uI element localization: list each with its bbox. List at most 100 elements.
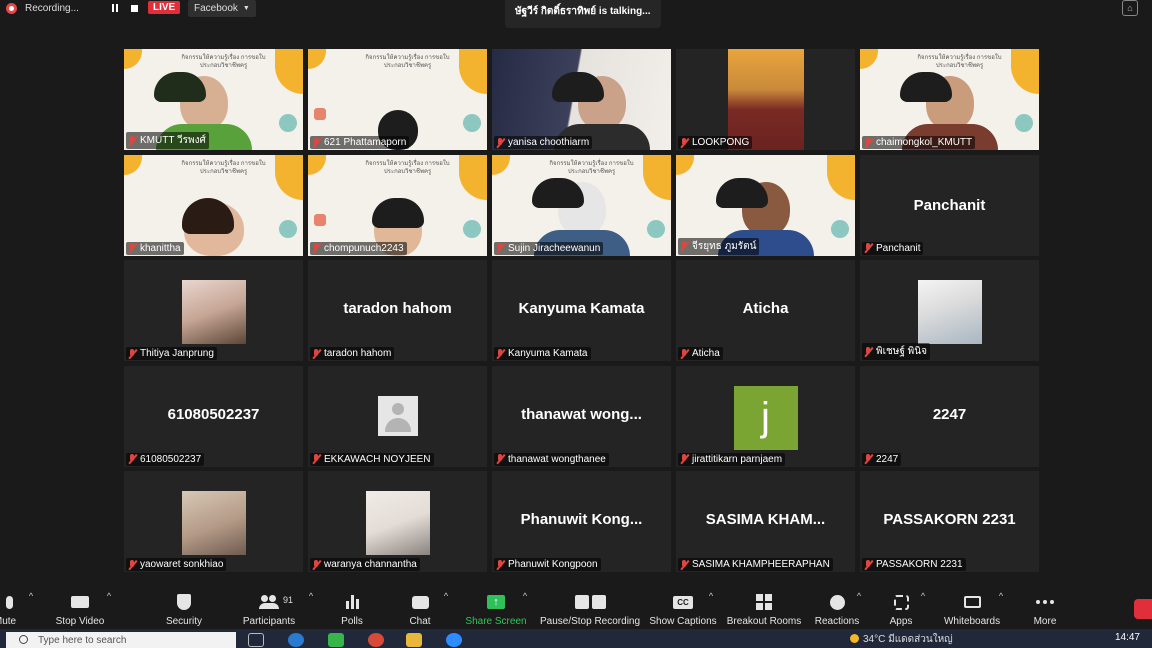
participant-name-label: 2247 [862,452,902,466]
weather-widget[interactable]: 34°C มีแดดส่วนใหญ่ [850,632,953,647]
captions-options-chevron-icon[interactable]: ^ [709,591,713,601]
participant-tile[interactable]: EKKAWACH NOYJEEN [308,365,487,467]
participant-tile[interactable]: Aticha Aticha [676,260,855,361]
closed-captions-icon: CC [673,595,693,609]
mic-muted-icon [864,243,873,253]
polls-icon [345,595,359,609]
taskbar-search-input[interactable]: Type here to search [6,632,236,648]
more-label: More [1033,616,1057,627]
shield-icon [177,594,191,610]
participant-tile[interactable]: yaowaret sonkhiao [124,471,303,572]
pause-stop-recording-button[interactable]: Pause/Stop Recording [540,583,640,629]
apps-button[interactable]: Apps [886,583,916,629]
end-meeting-button[interactable] [1134,599,1152,619]
stop-icon [131,4,139,12]
participant-name-label: Phanuwit Kongpoon [494,558,601,571]
participant-tile[interactable]: Thitiya Janprung [124,260,303,361]
banner-text: กิจกรรมให้ความรู้เรื่อง การขอใบประกอบวิช… [181,160,266,175]
banner-text: กิจกรรมให้ความรู้เรื่อง การขอใบประกอบวิช… [365,160,450,175]
participants-button[interactable]: 91 Participants [240,583,298,629]
chat-options-chevron-icon[interactable]: ^ [444,591,448,601]
edge-browser-icon[interactable] [288,633,304,647]
participant-display-name: Panchanit [913,196,986,214]
share-options-chevron-icon[interactable]: ^ [523,591,527,601]
share-screen-button[interactable]: ↑ Share Screen [465,583,527,629]
pause-stop-recording-icon [574,595,606,609]
os-taskbar: Type here to search 34°C มีแดดส่วนใหญ่ 1… [0,629,1152,648]
participant-tile[interactable]: j jirattitikarn parnjaem [676,365,855,467]
line-app-icon[interactable] [328,633,344,647]
participant-name-label: taradon hahom [310,347,395,360]
participant-display-name: Phanuwit Kong... [520,511,643,528]
live-badge: LIVE [148,1,181,14]
participant-tile[interactable]: thanawat wong... thanawat wongthanee [492,365,671,467]
participant-name-label: khanittha [126,241,184,255]
search-icon [19,635,28,644]
search-placeholder: Type here to search [38,635,127,646]
whiteboards-options-chevron-icon[interactable]: ^ [999,591,1003,601]
participant-tile[interactable]: SASIMA KHAM... SASIMA KHAMPHEERAPHAN [676,471,855,572]
reactions-options-chevron-icon[interactable]: ^ [857,591,861,601]
polls-button[interactable]: Polls [336,583,368,629]
participant-display-name: 2247 [932,405,967,423]
more-button[interactable]: More [1030,583,1060,629]
polls-label: Polls [341,616,363,627]
mic-muted-icon [680,137,689,148]
mute-button[interactable]: Mute [0,583,26,629]
participant-avatar [917,280,982,344]
participant-tile[interactable]: กิจกรรมให้ความรู้เรื่อง การขอใบประกอบวิช… [124,49,303,150]
stop-video-button[interactable]: Stop Video [52,583,108,629]
participant-tile[interactable]: PASSAKORN 2231 PASSAKORN 2231 [860,471,1039,572]
participant-name-label: KMUTT วีรพงศ์ [126,132,209,149]
participant-tile[interactable]: taradon hahom taradon hahom [308,260,487,361]
breakout-rooms-button[interactable]: Breakout Rooms [727,583,801,629]
participant-tile[interactable]: Panchanit Panchanit [860,154,1039,256]
zoom-app-icon[interactable] [446,633,462,647]
view-options-icon[interactable]: ⌂ [1122,0,1138,16]
share-screen-icon: ↑ [487,595,505,609]
video-options-chevron-icon[interactable]: ^ [107,591,111,601]
weather-label: 34°C มีแดดส่วนใหญ่ [863,634,953,645]
mic-muted-icon [680,559,689,570]
stop-recording-button[interactable] [129,2,141,14]
clock: 14:47 [1114,632,1140,643]
mic-muted-icon [312,559,321,570]
participant-avatar [365,491,430,555]
participant-display-name: taradon hahom [343,300,452,317]
pause-recording-button[interactable] [109,2,121,14]
smiley-icon [829,594,845,610]
live-target-dropdown[interactable]: Facebook ▼ [188,0,256,17]
participant-tile[interactable]: Phanuwit Kong... Phanuwit Kongpoon [492,471,671,572]
chrome-browser-icon[interactable] [368,633,384,647]
participants-label: Participants [242,616,296,627]
participant-tile[interactable]: กิจกรรมให้ความรู้เรื่อง การขอใบประกอบวิช… [124,154,303,256]
participant-tile[interactable]: กิจกรรมให้ความรู้เรื่อง การขอใบประกอบวิช… [860,49,1039,150]
participant-tile[interactable]: 61080502237 61080502237 [124,365,303,467]
participant-tile[interactable]: yanisa choothiarm [492,49,671,150]
mic-muted-icon [864,346,873,357]
file-explorer-icon[interactable] [406,633,422,647]
task-view-icon[interactable] [248,633,264,647]
audio-options-chevron-icon[interactable]: ^ [29,591,33,601]
participant-name-label: waranya channantha [310,558,420,571]
security-button[interactable]: Security [162,583,206,629]
participant-name-label: chompunuch2243 [310,241,407,255]
participant-tile[interactable]: waranya channantha [308,471,487,572]
chat-button[interactable]: Chat [405,583,435,629]
participant-tile[interactable]: LOOKPONG [676,49,855,150]
whiteboards-button[interactable]: Whiteboards [944,583,1000,629]
apps-options-chevron-icon[interactable]: ^ [921,591,925,601]
mic-muted-icon [680,241,689,251]
participant-tile[interactable]: 2247 2247 [860,365,1039,467]
banner-text: กิจกรรมให้ความรู้เรื่อง การขอใบประกอบวิช… [365,55,450,69]
participant-name-label: chaimongkol_KMUTT [862,136,976,149]
participant-tile[interactable]: Kanyuma Kamata Kanyuma Kamata [492,260,671,361]
participant-tile[interactable]: กิจกรรมให้ความรู้เรื่อง การขอใบประกอบวิช… [492,154,671,256]
participant-tile[interactable]: พิเชษฐ์ พินิจ [860,260,1039,361]
participant-tile[interactable]: กิจกรรมให้ความรู้เรื่อง การขอใบประกอบวิช… [308,49,487,150]
mic-muted-icon [312,243,321,253]
participants-options-chevron-icon[interactable]: ^ [309,591,313,601]
participant-tile[interactable]: จีรยุทธ ภูมรัตน์ [676,154,855,256]
participant-tile[interactable]: กิจกรรมให้ความรู้เรื่อง การขอใบประกอบวิช… [308,154,487,256]
mic-muted-icon [312,137,321,148]
